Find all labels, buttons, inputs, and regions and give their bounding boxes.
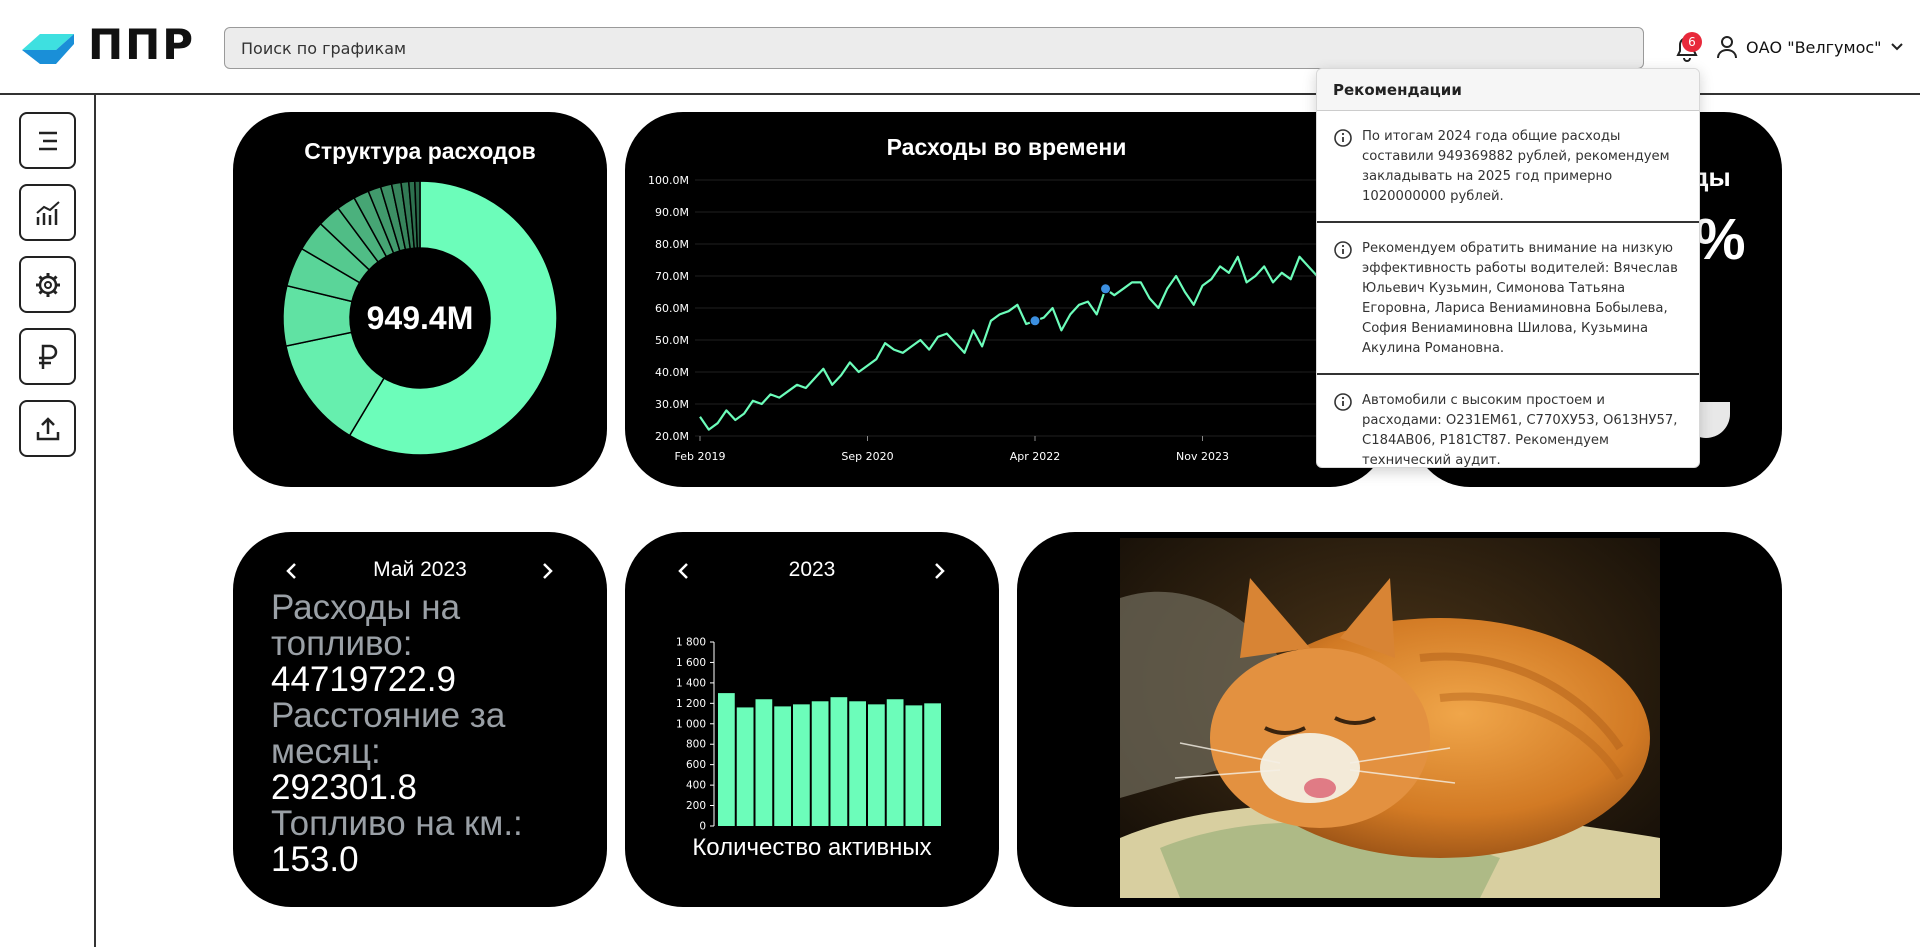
x-tick-label: Sep 2020 xyxy=(841,450,893,463)
expense-structure-card: Структура расходов 949.4M xyxy=(233,112,607,487)
y-tick-label: 400 xyxy=(686,780,706,792)
upload-icon xyxy=(36,416,59,440)
y-tick-label: 0 xyxy=(699,821,706,833)
y-tick-label: 60.0M xyxy=(655,302,689,315)
y-tick-label: 40.0M xyxy=(655,366,689,379)
fuel-cost-label: Расходы на топливо: xyxy=(271,588,461,663)
y-tick-label: 1 200 xyxy=(676,698,706,710)
bar xyxy=(774,706,791,826)
recommendation-text: Автомобили с высоким простоем и расходам… xyxy=(1362,393,1678,468)
sidebar-divider xyxy=(94,95,96,947)
x-tick-label: Apr 2022 xyxy=(1010,450,1061,463)
recommendation-text: По итогам 2024 года общие расходы состав… xyxy=(1362,129,1670,204)
y-tick-label: 70.0M xyxy=(655,270,689,283)
user-menu[interactable]: ОАО "Велгумос" xyxy=(1716,30,1904,64)
popup-title: Рекомендации xyxy=(1317,69,1699,111)
y-tick-label: 800 xyxy=(686,739,706,751)
month-navigator: Май 2023 xyxy=(233,556,607,586)
y-tick-label: 1 600 xyxy=(676,657,706,669)
bar xyxy=(830,697,848,826)
user-icon xyxy=(1717,36,1737,59)
sidebar-finance-button[interactable] xyxy=(19,328,76,385)
y-tick-label: 30.0M xyxy=(655,398,689,411)
y-tick-label: 20.0M xyxy=(655,430,689,443)
distance-value: 292301.8 xyxy=(271,768,417,807)
recommendation-item[interactable]: По итогам 2024 года общие расходы состав… xyxy=(1317,111,1699,223)
bar xyxy=(886,699,904,826)
bar xyxy=(718,693,735,826)
notification-count-badge: 6 xyxy=(1682,32,1702,52)
recommendation-item[interactable]: Рекомендуем обратить внимание на низкую … xyxy=(1317,223,1699,375)
info-icon xyxy=(1334,393,1352,411)
y-tick-label: 80.0M xyxy=(655,238,689,251)
bar xyxy=(868,704,885,826)
recommendation-item[interactable]: Автомобили с высоким простоем и расходам… xyxy=(1317,375,1699,468)
bar xyxy=(811,701,829,826)
bar xyxy=(793,704,810,826)
ruble-icon xyxy=(38,344,57,369)
user-name: ОАО "Велгумос" xyxy=(1746,37,1882,57)
fuel-per-km-label: Топливо на км.: xyxy=(271,804,523,843)
search-input[interactable] xyxy=(224,27,1644,69)
chevron-right-icon xyxy=(543,563,553,579)
monthly-stats-list: Расходы на топливо: 44719722.9 Расстояни… xyxy=(271,590,571,878)
menu-icon xyxy=(38,131,57,150)
highlight-point xyxy=(1029,315,1041,327)
sidebar-settings-button[interactable] xyxy=(19,256,76,313)
x-tick-label: Feb 2019 xyxy=(675,450,726,463)
logo[interactable]: ППР xyxy=(22,20,193,69)
recommendation-text: Рекомендуем обратить внимание на низкую … xyxy=(1362,241,1678,356)
chart-icon xyxy=(35,200,60,225)
bar-chart-caption: Количество активных xyxy=(692,834,932,861)
highlight-point xyxy=(1100,283,1112,295)
expenses-over-time-card: Расходы во времени 20.0M 30.0M 40.0M 50.0M 6… xyxy=(625,112,1388,487)
sidebar-upload-button[interactable] xyxy=(19,400,76,457)
y-tick-label: 1 400 xyxy=(676,677,706,689)
next-month-button[interactable] xyxy=(532,556,562,586)
donut-center-value: 949.4M xyxy=(366,300,474,336)
fuel-cost-value: 44719722.9 xyxy=(271,660,456,699)
fuel-per-km-value: 153.0 xyxy=(271,840,359,879)
y-tick-label: 600 xyxy=(686,759,706,771)
sidebar-analytics-button[interactable] xyxy=(19,184,76,241)
recommendations-popup: Рекомендации По итогам 2024 года общие р… xyxy=(1316,68,1700,468)
line-chart: 20.0M 30.0M 40.0M 50.0M 60.0M 70.0M 80.0M 90.0M… xyxy=(648,174,1388,463)
partial-card-value: % xyxy=(1694,207,1746,272)
x-tick-label: Nov 2023 xyxy=(1176,450,1229,463)
y-tick-label: 200 xyxy=(686,800,706,812)
active-count-card: 2023 0 200 400 600 800 1 000 1 200 1 400 1 600 1 … xyxy=(625,532,999,907)
gear-icon xyxy=(35,272,60,297)
sidebar-menu-button[interactable] xyxy=(19,112,76,169)
monthly-stats-card: Май 2023 Расходы на топливо: 44719722.9 … xyxy=(233,532,607,907)
y-tick-label: 1 000 xyxy=(676,718,706,730)
bar xyxy=(924,703,941,826)
y-tick-label: 1 800 xyxy=(676,637,706,649)
chevron-down-icon xyxy=(1890,43,1903,51)
bar xyxy=(905,705,923,826)
info-icon xyxy=(1334,241,1352,259)
info-icon xyxy=(1334,129,1352,147)
distance-label: Расстояние за месяц: xyxy=(271,696,506,771)
y-tick-label: 50.0M xyxy=(655,334,689,347)
y-tick-label: 90.0M xyxy=(655,206,689,219)
bar xyxy=(849,701,866,826)
y-tick-label: 100.0M xyxy=(648,174,689,187)
logo-text: ППР xyxy=(88,20,196,69)
photo-card xyxy=(1017,532,1782,907)
sleeping-cat-image xyxy=(1120,538,1660,898)
bar xyxy=(755,699,773,826)
bar xyxy=(736,707,754,826)
